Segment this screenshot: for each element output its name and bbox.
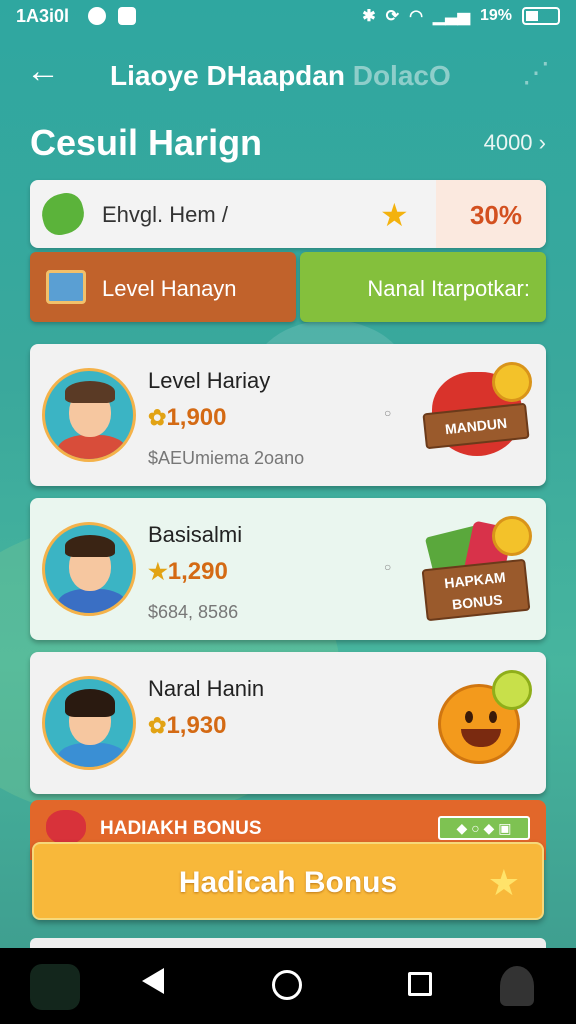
bonus-button-label: Hadicah Bonus <box>178 866 398 899</box>
section-count-link[interactable]: 4000 › <box>484 130 546 156</box>
profile-icon[interactable] <box>500 966 534 1006</box>
bonus-banner-label: HADIAKH BONUS <box>100 818 262 839</box>
avatar <box>42 522 136 616</box>
avatar-body <box>57 743 127 767</box>
status-time: 1A3i0l <box>16 6 70 26</box>
avatar <box>42 368 136 462</box>
status-bar: 1A3i0l ✱ ⟳ ◠ ▁▃▅ 19% <box>0 0 576 34</box>
star-icon: ★ <box>380 197 409 233</box>
back-arrow-icon[interactable]: ← <box>26 54 60 88</box>
entry-name: Level Hariay <box>148 368 273 393</box>
bonus-badge: ◆ ○ ◆ ▣ <box>438 816 530 840</box>
tab-level-label: Level Hanayn <box>102 276 237 301</box>
rotate-icon: ⟳ <box>385 8 400 25</box>
signal-icon: ▁▃▅ <box>433 8 470 25</box>
bonus-button[interactable]: Hadicah Bonus ★ <box>32 842 544 920</box>
entry-subtext: $AEUmiema 2oano <box>148 448 305 468</box>
nav-home-icon[interactable] <box>272 970 302 1000</box>
page-title-faded: DolacO <box>352 60 451 91</box>
bluetooth-icon: ✱ <box>362 8 376 25</box>
entry-name: Basisalmi <box>148 522 243 547</box>
avatar-hair <box>65 535 115 557</box>
page-title-main: Liaoye DHaapdan <box>110 60 345 91</box>
share-icon[interactable]: ⋰ <box>522 56 550 89</box>
heart-reward-icon[interactable]: MANDUN <box>422 362 532 462</box>
entry-score: ✿1,900 <box>148 404 227 432</box>
list-item[interactable]: Naral Hanin ✿1,930 <box>30 652 546 794</box>
level-percent: 30% <box>469 200 522 230</box>
entry-subtext: $684, 8586 <box>148 602 239 622</box>
avatar <box>42 676 136 770</box>
gift-reward-icon[interactable]: HAPKAM BONUS <box>421 516 532 622</box>
app-shortcut-icon[interactable] <box>30 964 80 1010</box>
notification-icon <box>88 7 106 25</box>
star-icon: ✿ <box>148 405 167 430</box>
nav-recents-icon[interactable] <box>408 972 432 996</box>
entry-score: ✿1,930 <box>148 712 227 740</box>
smiley-reward-icon[interactable] <box>424 670 532 770</box>
star-icon: ★ <box>148 559 168 584</box>
tab-level[interactable]: Level Hanayn <box>30 252 296 322</box>
entry-score-value: 1,900 <box>166 404 227 431</box>
smiley-eye <box>465 711 473 723</box>
entry-name: Naral Hanin <box>148 676 265 701</box>
coin-icon <box>492 670 532 710</box>
coin-icon <box>492 516 532 556</box>
entry-score-value: 1,290 <box>167 558 228 585</box>
smiley-mouth <box>461 729 501 747</box>
battery-icon <box>522 7 560 25</box>
section-title: Cesuil Harign <box>30 122 263 163</box>
tab-leaderboard-label: Nanal Itarpotkar: <box>367 276 530 301</box>
wifi-icon: ◠ <box>409 8 424 25</box>
reward-sign: HAPKAM BONUS <box>421 558 531 622</box>
reward-sign-line1: HAPKAM <box>443 568 507 592</box>
avatar-hair <box>65 381 115 403</box>
tab-leaderboard[interactable]: Nanal Itarpotkar: <box>300 252 546 322</box>
header: ← Liaoye DHaapdan DolacO ⋰ <box>0 48 576 100</box>
system-nav-bar <box>0 948 576 1024</box>
level-label: Ehvgl. Hem / <box>102 202 228 227</box>
avatar-hair <box>65 689 115 717</box>
battery-percent: 19% <box>479 7 512 24</box>
entry-score-value: 1,930 <box>166 712 227 739</box>
clipboard-icon <box>46 270 86 304</box>
status-right: ✱ ⟳ ◠ ▁▃▅ 19% <box>362 6 560 26</box>
indicator-dot: ○ <box>384 406 392 420</box>
heart-icon <box>46 810 86 844</box>
level-card[interactable]: Ehvgl. Hem / ★ 30% <box>30 180 546 248</box>
entry-score: ★1,290 <box>148 558 228 586</box>
level-icon <box>37 189 89 239</box>
smiley-eye <box>489 711 497 723</box>
coin-icon <box>492 362 532 402</box>
list-item[interactable]: Level Hariay ✿1,900 $AEUmiema 2oano ○ MA… <box>30 344 546 486</box>
app-notification-icon <box>118 7 136 25</box>
app-screen: 1A3i0l ✱ ⟳ ◠ ▁▃▅ 19% ← Liaoye DHaapdan D… <box>0 0 576 948</box>
section-count: 4000 <box>483 130 533 155</box>
list-item[interactable]: Basisalmi ★1,290 $684, 8586 ○ HAPKAM BONU… <box>30 498 546 640</box>
indicator-dot: ○ <box>384 560 392 574</box>
nav-back-icon[interactable] <box>142 968 164 994</box>
page-title: Liaoye DHaapdan DolacO <box>110 60 451 92</box>
reward-sign-line2: BONUS <box>451 591 504 613</box>
avatar-body <box>57 435 127 459</box>
avatar-body <box>57 589 127 613</box>
star-icon: ✿ <box>148 713 167 738</box>
next-card-peek <box>30 938 546 948</box>
star-icon: ★ <box>487 862 520 903</box>
chevron-right-icon: › <box>538 130 546 155</box>
